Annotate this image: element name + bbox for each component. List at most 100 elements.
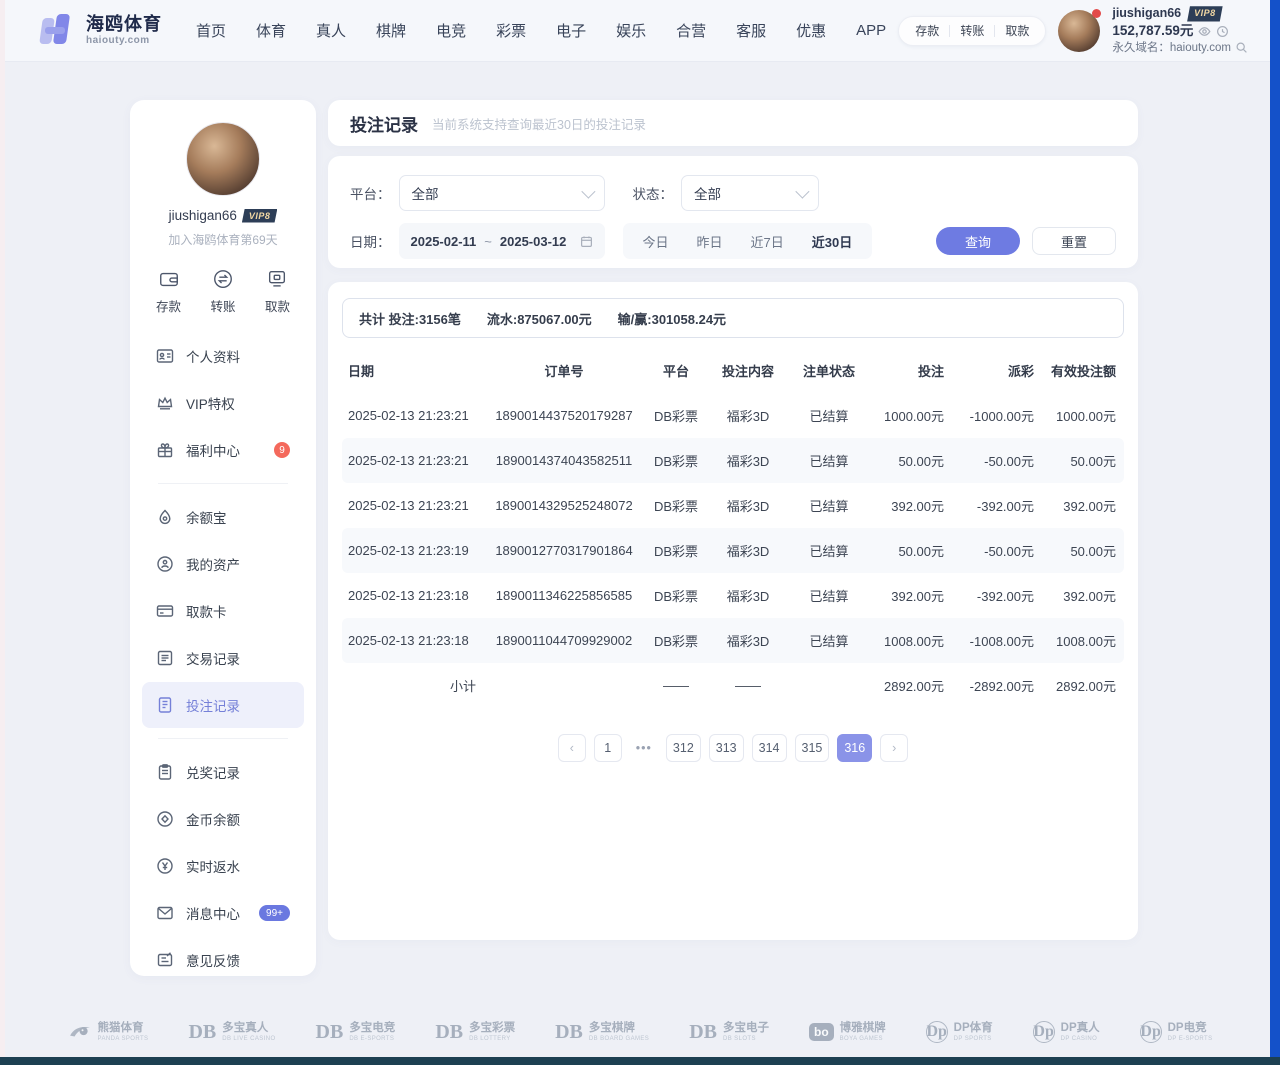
sidebar-deposit-label: 存款: [156, 296, 181, 315]
subtotal-row: 小计 —— —— 2892.00元 -2892.00元 2892.00元: [342, 663, 1124, 708]
dp-mark: Dp: [1140, 1021, 1162, 1043]
status-select[interactable]: 全部: [681, 175, 819, 211]
left-edge-strip: [0, 0, 5, 1065]
sidebar-item-rebate[interactable]: 实时返水: [142, 843, 304, 889]
nav-item-slots[interactable]: 电子: [556, 20, 586, 41]
col-header-valid-bet: 有效投注额: [1042, 361, 1124, 380]
sidebar-item-coin-balance[interactable]: 金币余额: [142, 796, 304, 842]
nav-item-boardgames[interactable]: 棋牌: [376, 20, 406, 41]
search-icon[interactable]: [1235, 41, 1248, 54]
brand-logo[interactable]: 海鸥体育 haiouty.com: [41, 14, 162, 48]
withdraw-button[interactable]: 取款: [995, 22, 1039, 39]
subtotal-payout: -2892.00元: [952, 676, 1042, 695]
sidebar-menu: 个人资料 VIP特权 福利中心 9 余额宝: [130, 333, 316, 983]
piggy-bank-icon: [156, 508, 174, 526]
sidebar-item-label: VIP特权: [186, 393, 235, 413]
nav-item-lottery[interactable]: 彩票: [496, 20, 526, 41]
partner-logo-db-esports: DB 多宝电竞DB E-SPORTS: [316, 1022, 396, 1042]
nav-item-sports[interactable]: 体育: [256, 20, 286, 41]
pagination-ellipsis[interactable]: •••: [630, 734, 658, 762]
sidebar-item-welfare[interactable]: 福利中心 9: [142, 427, 304, 473]
sidebar-item-label: 消息中心: [186, 903, 240, 923]
sidebar-item-messages[interactable]: 消息中心 99+: [142, 890, 304, 936]
nav-item-app[interactable]: APP: [856, 22, 886, 39]
nav-item-home[interactable]: 首页: [196, 20, 226, 41]
quick-date-7days[interactable]: 近7日: [737, 232, 798, 251]
sidebar-transfer-label: 转账: [210, 296, 235, 315]
refresh-icon[interactable]: [1216, 25, 1229, 38]
sidebar-item-label: 余额宝: [186, 507, 227, 527]
date-range-picker[interactable]: 2025-02-11 ~ 2025-03-12: [399, 223, 605, 259]
eye-icon[interactable]: [1198, 25, 1211, 38]
nav-item-esports[interactable]: 电竞: [436, 20, 466, 41]
sidebar-withdraw-button[interactable]: 取款: [265, 268, 290, 315]
col-header-payout: 派彩: [952, 361, 1042, 380]
sidebar-item-yuebao[interactable]: 余额宝: [142, 494, 304, 540]
pagination-page-313[interactable]: 313: [709, 734, 744, 762]
permanent-domain-label: 永久域名：haiouty.com: [1112, 41, 1231, 55]
deposit-button[interactable]: 存款: [905, 22, 949, 39]
partner-logo-db-boardgames: DB 多宝棋牌DB BOARD GAMES: [555, 1022, 649, 1042]
table-row: 2025-02-13 21:23:19 1890012770317901864 …: [342, 528, 1124, 573]
user-avatar[interactable]: [1058, 10, 1100, 52]
partner-logo-dp-sports: Dp DP体育DP SPORTS: [926, 1021, 993, 1043]
pagination-page-314[interactable]: 314: [752, 734, 787, 762]
sidebar-avatar[interactable]: [186, 122, 260, 196]
platform-select[interactable]: 全部: [399, 175, 605, 211]
table-row: 2025-02-13 21:23:18 1890011044709929002 …: [342, 618, 1124, 663]
atm-icon: [266, 268, 288, 290]
page-subtitle: 当前系统支持查询最近30日的投注记录: [432, 114, 646, 133]
nav-item-entertainment[interactable]: 娱乐: [616, 20, 646, 41]
sidebar-withdraw-label: 取款: [265, 296, 290, 315]
join-days-text: 加入海鸥体育第69天: [130, 231, 316, 248]
partner-logo-db-slots: DB 多宝电子DB SLOTS: [689, 1022, 769, 1042]
pagination-page-312[interactable]: 312: [666, 734, 701, 762]
col-header-bet: 投注: [870, 361, 952, 380]
sidebar-item-profile[interactable]: 个人资料: [142, 333, 304, 379]
sidebar-item-assets[interactable]: 我的资产: [142, 541, 304, 587]
col-header-order: 订单号: [484, 361, 644, 380]
sidebar-transfer-button[interactable]: 转账: [210, 268, 235, 315]
nav-item-live[interactable]: 真人: [316, 20, 346, 41]
nav-item-support[interactable]: 客服: [736, 20, 766, 41]
nav-item-promotions[interactable]: 优惠: [796, 20, 826, 41]
pagination-page-1[interactable]: 1: [594, 734, 622, 762]
notification-dot: [1092, 9, 1101, 18]
divider: [158, 738, 288, 739]
pagination-page-315[interactable]: 315: [795, 734, 830, 762]
col-header-date: 日期: [342, 361, 484, 380]
sidebar-item-bet-records[interactable]: 投注记录: [142, 682, 304, 728]
sidebar-item-vip[interactable]: VIP特权: [142, 380, 304, 426]
gift-icon: [156, 441, 174, 459]
subtotal-bet: 2892.00元: [870, 676, 952, 695]
sidebar-item-withdraw-card[interactable]: 取款卡: [142, 588, 304, 634]
pagination-page-316-active[interactable]: 316: [837, 734, 872, 762]
quick-date-today[interactable]: 今日: [629, 232, 683, 251]
sidebar-item-label: 意见反馈: [186, 950, 240, 970]
summary-bar: 共计 投注:3156笔 流水:875067.00元 输/赢:301058.24元: [342, 298, 1124, 338]
search-button[interactable]: 查询: [936, 227, 1020, 255]
sidebar-item-transactions[interactable]: 交易记录: [142, 635, 304, 681]
db-mark: DB: [316, 1022, 344, 1042]
sidebar-item-feedback[interactable]: 意见反馈: [142, 937, 304, 983]
sidebar-deposit-button[interactable]: 存款: [156, 268, 181, 315]
summary-winloss: 输/赢:301058.24元: [618, 309, 726, 328]
transfer-button[interactable]: 转账: [950, 22, 994, 39]
pagination-next-button[interactable]: ›: [880, 734, 908, 762]
quick-date-30days[interactable]: 近30日: [798, 232, 866, 251]
summary-total: 共计 投注:3156笔: [359, 309, 461, 328]
panda-icon: [68, 1023, 92, 1041]
bottom-edge-strip: [0, 1057, 1280, 1065]
quick-date-yesterday[interactable]: 昨日: [683, 232, 737, 251]
reset-button[interactable]: 重置: [1032, 227, 1116, 255]
right-edge-strip: [1270, 0, 1280, 1065]
pagination-prev-button[interactable]: ‹: [558, 734, 586, 762]
table-row: 2025-02-13 21:23:21 1890014329525248072 …: [342, 483, 1124, 528]
nav-item-partnership[interactable]: 合营: [676, 20, 706, 41]
partner-logo-dp-live: Dp DP真人DP CASINO: [1033, 1021, 1100, 1043]
partner-logo-boya: bo 博雅棋牌BOYA GAMES: [809, 1022, 886, 1042]
crown-icon: [156, 394, 174, 412]
db-mark: DB: [689, 1022, 717, 1042]
sidebar-quick-actions: 存款 转账 取款: [130, 268, 316, 315]
sidebar-item-redeem-records[interactable]: 兑奖记录: [142, 749, 304, 795]
